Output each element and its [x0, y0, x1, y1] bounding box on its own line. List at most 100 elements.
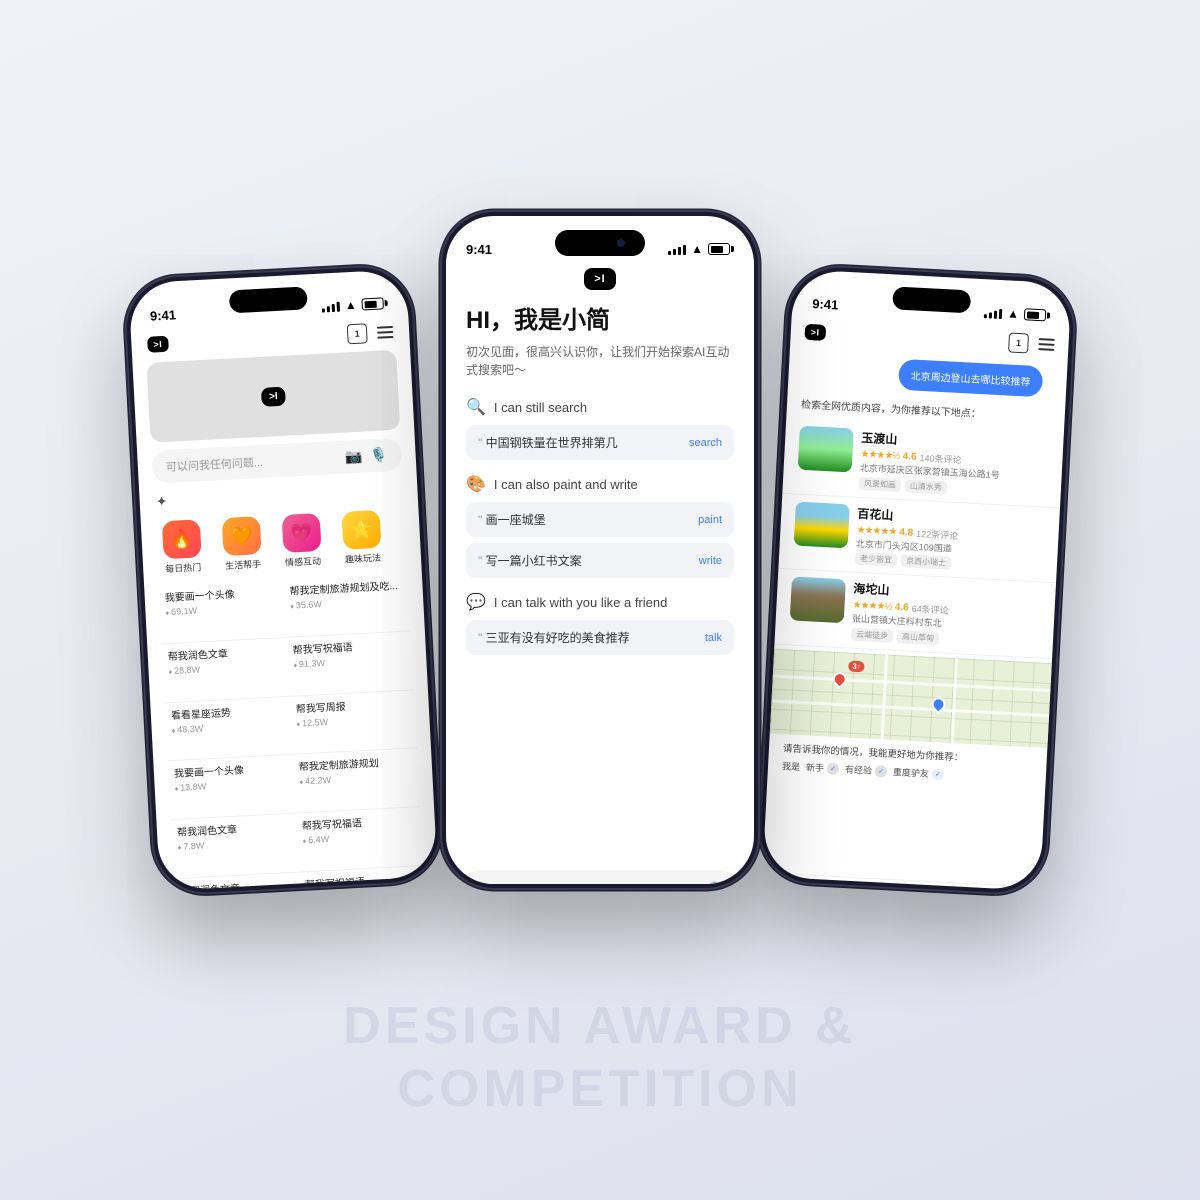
- cat-life[interactable]: 🧡 生活帮手: [215, 516, 270, 573]
- left-search-bar[interactable]: 可以问我任何问题... 📷 🎙️: [151, 438, 402, 484]
- list-item-4[interactable]: 看看星座运势 48.3W: [164, 696, 292, 761]
- list-item-7[interactable]: 帮我定制旅游规划 42.2W: [292, 749, 420, 814]
- center-main-content: HI，我是小简 初次见面，很高兴认识你，让我们开始探索AI互动式搜索吧～ 🔍 I…: [446, 300, 754, 862]
- menu-icon-right[interactable]: [1038, 338, 1055, 351]
- list-item-6[interactable]: 我要画一个头像 13.8W: [167, 755, 295, 820]
- list-item-3[interactable]: 帮我写祝福语 91.3W: [286, 631, 414, 696]
- tag-experienced[interactable]: 有经验 ✓: [845, 763, 888, 778]
- feature-search-header: 🔍 I can still search: [466, 397, 734, 417]
- paint-card-1-btn[interactable]: paint: [698, 514, 722, 526]
- place-info-1: 玉渡山 ★★★★½ 4.6 140条评论 北京市延庆区张家营镇玉海公路1号 风景…: [859, 429, 1050, 499]
- status-icons-center: ▲: [668, 242, 734, 256]
- search-card-1[interactable]: 中国钢铁量在世界排第几 search: [466, 425, 734, 460]
- place-info-2: 百花山 ★★★★★ 4.8 122条评论 北京市门头沟区109国道 老少皆宜 京…: [855, 504, 1046, 574]
- square-icon-right[interactable]: 1: [1008, 332, 1029, 353]
- time-center: 9:41: [466, 242, 492, 257]
- phone-right: 9:41 ▲: [756, 263, 1078, 897]
- wifi-icon-right: ▲: [1007, 306, 1020, 321]
- place-rating-1: 4.6: [902, 451, 916, 463]
- center-header: >I: [446, 268, 754, 300]
- talk-feature-title: I can talk with you like a friend: [494, 595, 667, 610]
- write-card-1-btn[interactable]: write: [699, 555, 722, 567]
- place-rating-3: 4.6: [894, 602, 908, 614]
- center-search-left: ✦ 可以问我任何问题...: [476, 881, 603, 884]
- list-item-8[interactable]: 帮我润色文章 7.8W: [170, 814, 298, 879]
- phone-left: 9:41 ▲: [122, 263, 444, 897]
- center-spark-icon: ✦: [476, 881, 489, 884]
- wifi-icon-center: ▲: [691, 242, 703, 256]
- talk-card-1-text: 三亚有没有好吃的美食推荐: [478, 629, 630, 646]
- cat-fun-label: 趣味玩法: [345, 551, 382, 566]
- list-item-5[interactable]: 帮我写周报 12.5W: [289, 690, 417, 755]
- gray-banner: >I: [146, 350, 400, 443]
- search-card-1-btn[interactable]: search: [689, 437, 722, 449]
- feature-paint: 🎨 I can also paint and write 画一座城堡 paint…: [466, 474, 734, 578]
- left-search-placeholder: 可以问我任何问题...: [165, 453, 263, 474]
- camera-icon-left[interactable]: 📷: [344, 448, 362, 466]
- list-item-title-10: 帮我润色文章: [180, 880, 294, 891]
- cat-emotion[interactable]: 💗 情感互动: [275, 513, 330, 570]
- center-screen-content: >I HI，我是小简 初次见面，很高兴认识你，让我们开始探索AI互动式搜索吧～ …: [446, 268, 754, 884]
- dynamic-island-center: [555, 230, 645, 256]
- right-logo: >I: [804, 324, 826, 341]
- center-search-bar[interactable]: ✦ 可以问我任何问题... 📷 🎙️: [460, 870, 740, 884]
- write-card-1[interactable]: 写一篇小红书文案 write: [466, 543, 734, 578]
- paint-feature-icon: 🎨: [466, 474, 486, 494]
- paint-card-1-text: 画一座城堡: [478, 511, 546, 528]
- back-btn[interactable]: ‹: [775, 887, 781, 891]
- tag-1-1: 山清水秀: [905, 479, 948, 494]
- search-card-1-text: 中国钢铁量在世界排第几: [478, 434, 618, 451]
- list-item-1[interactable]: 帮我定制旅游规划及吃... 35.6W: [283, 572, 411, 637]
- mic-icon-center[interactable]: 🎙️: [705, 881, 724, 884]
- menu-icon-left[interactable]: [377, 326, 394, 339]
- right-search-bar: ‹ ✦ 可以问我任何问题... 📷 🎙️: [762, 872, 1040, 891]
- feature-talk: 💬 I can talk with you like a friend 三亚有没…: [466, 592, 734, 655]
- wifi-icon-left: ▲: [344, 298, 357, 313]
- paint-card-1[interactable]: 画一座城堡 paint: [466, 502, 734, 537]
- place-card-2[interactable]: 百花山 ★★★★★ 4.8 122条评论 北京市门头沟区109国道 老少皆宜 京…: [778, 494, 1060, 584]
- paint-feature-title: I can also paint and write: [494, 477, 638, 492]
- dot-camera-center: [617, 239, 625, 247]
- place-reviews-3: 64条评论: [911, 602, 949, 617]
- signal-right: [984, 306, 1003, 319]
- list-item-title-11: 帮我写祝福语: [305, 874, 419, 891]
- chat-bubble: 北京周边登山去哪比较推荐: [898, 359, 1043, 397]
- right-search-input[interactable]: ✦ 可以问我任何问题...: [785, 881, 977, 891]
- place-reviews-1: 140条评论: [919, 451, 962, 466]
- talk-card-1-btn[interactable]: talk: [705, 632, 722, 644]
- tag-hardcore[interactable]: 重度驴友 ✓: [893, 765, 945, 781]
- dynamic-island-left: [229, 286, 308, 313]
- phone-center: 9:41 ▲: [440, 210, 760, 890]
- signal-center: [668, 243, 686, 255]
- tag-newbie[interactable]: 新手 ✓: [806, 761, 840, 776]
- place-img-1: [798, 426, 854, 473]
- place-card-1[interactable]: 玉渡山 ★★★★½ 4.6 140条评论 北京市延庆区张家营镇玉海公路1号 风景…: [782, 418, 1064, 508]
- status-icons-right: ▲: [984, 305, 1051, 322]
- cat-fun[interactable]: ⭐ 趣味玩法: [335, 509, 390, 566]
- cat-hot-label: 每日热门: [165, 560, 202, 575]
- map-pin-label-1: 3↑: [848, 661, 865, 673]
- list-item-9[interactable]: 帮我写祝福语 6.4W: [295, 807, 423, 872]
- list-item-0[interactable]: 我要画一个头像 69.1W: [158, 579, 286, 644]
- search-feature-icon: 🔍: [466, 397, 486, 417]
- talk-card-1[interactable]: 三亚有没有好吃的美食推荐 talk: [466, 620, 734, 655]
- left-logo: >I: [147, 336, 169, 353]
- battery-right: [1024, 308, 1051, 321]
- center-search-placeholder: 可以问我任何问题...: [497, 882, 603, 885]
- right-content: >I 1 北京周边登山去哪比较推荐 检索全网优质内容，为你推: [762, 321, 1069, 891]
- tag-2-0: 老少皆宜: [855, 552, 898, 567]
- tag-3-0: 云端徒步: [851, 628, 894, 643]
- content-list: 我要画一个头像 69.1W帮我定制旅游规划及吃... 35.6W帮我润色文章 2…: [144, 568, 438, 891]
- place-card-3[interactable]: 海坨山 ★★★★½ 4.6 64条评论 张山营镇大庄科村东北 云端徒步 高山草甸: [774, 569, 1056, 659]
- camera-icon-center[interactable]: 📷: [677, 881, 696, 884]
- talk-feature-icon: 💬: [466, 592, 486, 612]
- cat-emotion-label: 情感互动: [285, 554, 322, 569]
- mic-icon-left[interactable]: 🎙️: [370, 446, 388, 464]
- battery-center: [708, 243, 734, 255]
- feature-paint-header: 🎨 I can also paint and write: [466, 474, 734, 494]
- cat-hot[interactable]: 🔥 每日热门: [155, 519, 210, 576]
- list-item-2[interactable]: 帮我润色文章 28.8W: [161, 638, 289, 703]
- square-icon-left[interactable]: 1: [347, 323, 368, 344]
- user-role-label: 我是: [782, 760, 801, 774]
- list-item-count-11: 6.4W: [305, 888, 418, 890]
